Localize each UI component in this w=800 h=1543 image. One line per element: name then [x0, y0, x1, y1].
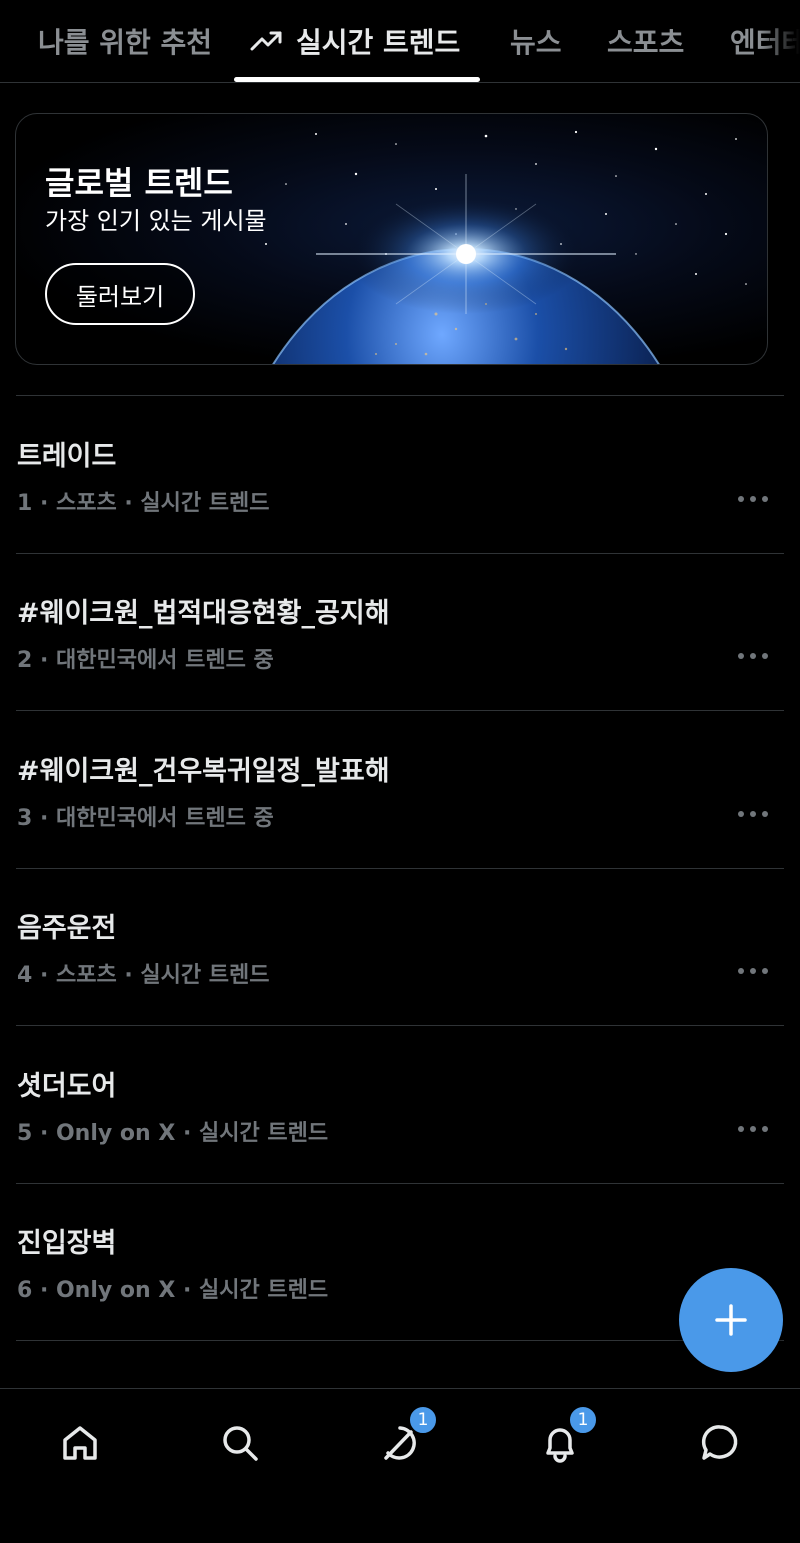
divider — [16, 1340, 784, 1341]
nav-grok[interactable]: 1 — [370, 1405, 438, 1473]
more-options-icon[interactable] — [738, 968, 768, 976]
tab-for-you[interactable]: 나를 위한 추천 — [38, 0, 212, 82]
trend-name: #웨이크원_법적대응현황_공지해 — [17, 598, 390, 629]
home-icon — [63, 1426, 97, 1460]
explore-button[interactable]: 둘러보기 — [45, 263, 195, 325]
trend-meta: 4 · 스포츠 · 실시간 트렌드 — [17, 963, 270, 988]
search-icon — [223, 1426, 258, 1461]
more-options-icon[interactable] — [738, 496, 768, 504]
message-icon — [701, 1425, 738, 1460]
trend-item[interactable]: 음주운전 4 · 스포츠 · 실시간 트렌드 — [0, 868, 800, 1026]
active-tab-indicator — [234, 77, 480, 82]
grok-badge: 1 — [408, 1405, 438, 1435]
more-options-icon[interactable] — [738, 653, 768, 661]
trend-meta: 5 · Only on X · 실시간 트렌드 — [17, 1121, 329, 1146]
trend-item[interactable]: 셧더도어 5 · Only on X · 실시간 트렌드 — [0, 1026, 800, 1184]
plus-icon — [715, 1304, 747, 1336]
tab-trending-label: 실시간 트렌드 — [296, 26, 461, 59]
trend-name: 셧더도어 — [17, 1071, 117, 1102]
trending-icon — [250, 31, 282, 51]
nav-home[interactable] — [50, 1413, 110, 1473]
trend-meta: 2 · 대한민국에서 트렌드 중 — [17, 648, 274, 673]
compose-button[interactable] — [679, 1268, 783, 1372]
trend-name: #웨이크원_건우복귀일정_발표해 — [17, 756, 390, 787]
bottom-navigation: 1 1 — [0, 1388, 800, 1543]
nav-messages[interactable] — [690, 1413, 750, 1473]
more-options-icon[interactable] — [738, 1126, 768, 1134]
tab-fade-overlay — [760, 0, 800, 82]
global-trends-card[interactable]: 글로벌 트렌드 가장 인기 있는 게시물 둘러보기 — [15, 113, 768, 365]
trend-name: 음주운전 — [17, 913, 117, 944]
tab-sports[interactable]: 스포츠 — [607, 0, 684, 82]
trend-item[interactable]: #웨이크원_법적대응현황_공지해 2 · 대한민국에서 트렌드 중 — [0, 553, 800, 711]
more-options-icon[interactable] — [738, 811, 768, 819]
trend-meta: 1 · 스포츠 · 실시간 트렌드 — [17, 491, 270, 516]
tab-trending[interactable]: 실시간 트렌드 — [250, 0, 460, 82]
hero-title: 글로벌 트렌드 — [45, 164, 233, 202]
top-tab-bar: 나를 위한 추천 실시간 트렌드 뉴스 스포츠 엔터테 — [0, 0, 800, 83]
tab-news[interactable]: 뉴스 — [510, 0, 562, 82]
trend-meta: 3 · 대한민국에서 트렌드 중 — [17, 806, 274, 831]
trend-name: 진입장벽 — [17, 1228, 117, 1259]
nav-search[interactable] — [210, 1413, 270, 1473]
earth-illustration — [265, 130, 747, 364]
trend-meta: 6 · Only on X · 실시간 트렌드 — [17, 1278, 329, 1303]
notifications-badge: 1 — [568, 1405, 598, 1435]
hero-subtitle: 가장 인기 있는 게시물 — [45, 207, 267, 235]
trend-name: 트레이드 — [17, 441, 117, 472]
trend-item[interactable]: 트레이드 1 · 스포츠 · 실시간 트렌드 — [0, 396, 800, 554]
nav-notifications[interactable]: 1 — [530, 1405, 598, 1473]
trend-item[interactable]: #웨이크원_건우복귀일정_발표해 3 · 대한민국에서 트렌드 중 — [0, 711, 800, 869]
